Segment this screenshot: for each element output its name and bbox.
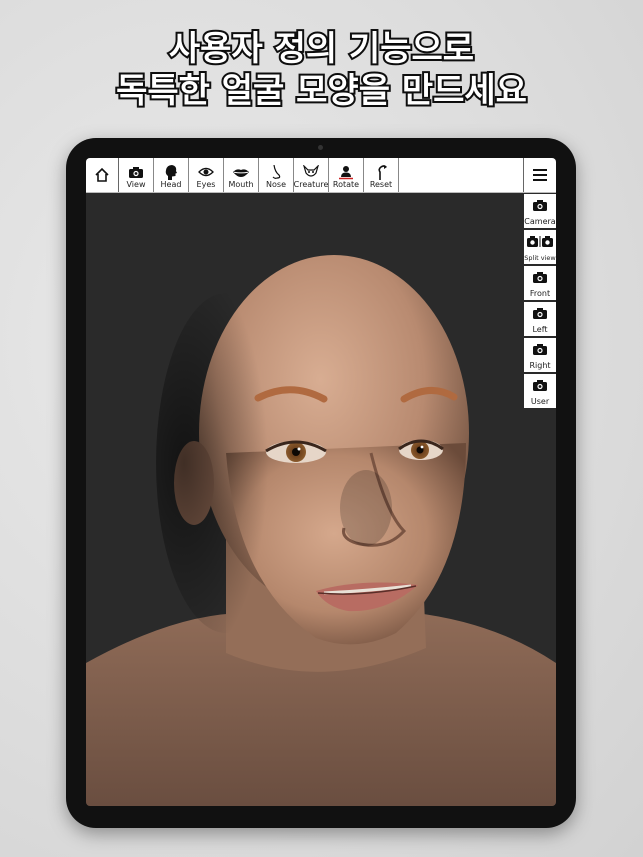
front-view-button[interactable]: Front xyxy=(524,266,556,300)
toolbar-head-button[interactable]: Head xyxy=(154,158,189,192)
toolbar-item-label: Eyes xyxy=(196,180,216,189)
camera-icon xyxy=(533,196,547,215)
toolbar-mouth-button[interactable]: Mouth xyxy=(224,158,259,192)
app-screen: View Head Eyes Mouth Nose Creature Rotat… xyxy=(86,158,556,806)
toolbar-nose-button[interactable]: Nose xyxy=(259,158,294,192)
eye-icon xyxy=(198,164,214,180)
face-model-render xyxy=(86,255,556,806)
camera-button[interactable]: Camera xyxy=(524,194,556,228)
promo-headline: 사용자 정의 기능으로 독특한 얼굴 모양을 만드세요 xyxy=(0,27,643,113)
sidebar-item-label: Front xyxy=(529,288,551,298)
camera-icon xyxy=(533,340,547,359)
headline-line-2: 독특한 얼굴 모양을 만드세요 xyxy=(114,69,529,113)
user-view-button[interactable]: User xyxy=(524,374,556,408)
rotate-figure-icon xyxy=(339,164,353,180)
hamburger-menu-icon xyxy=(533,169,547,181)
sidebar-item-label: User xyxy=(530,396,550,406)
camera-sidebar: Camera Split view Front Left Right User xyxy=(524,194,556,410)
toolbar-item-label: Creature xyxy=(293,180,329,189)
sidebar-item-label: Camera xyxy=(524,216,556,226)
toolbar-creature-button[interactable]: Creature xyxy=(294,158,329,192)
toolbar-spacer xyxy=(399,158,524,192)
camera-icon xyxy=(129,164,143,180)
front-camera-dot xyxy=(318,145,323,150)
reset-icon xyxy=(374,164,388,180)
camera-icon xyxy=(533,376,547,395)
toolbar-item-label: Mouth xyxy=(228,180,254,189)
sidebar-item-label: Right xyxy=(529,360,551,370)
nose-icon xyxy=(270,164,282,180)
sidebar-item-label: Split view xyxy=(524,253,556,262)
split-camera-icon xyxy=(527,232,553,251)
top-toolbar: View Head Eyes Mouth Nose Creature Rotat… xyxy=(86,158,556,193)
camera-icon xyxy=(533,268,547,287)
right-view-button[interactable]: Right xyxy=(524,338,556,372)
split-view-button[interactable]: Split view xyxy=(524,230,556,264)
home-icon xyxy=(95,167,109,182)
toolbar-item-label: Reset xyxy=(369,180,393,189)
lips-icon xyxy=(233,164,249,180)
toolbar-eyes-button[interactable]: Eyes xyxy=(189,158,224,192)
sidebar-item-label: Left xyxy=(532,324,548,334)
left-view-button[interactable]: Left xyxy=(524,302,556,336)
toolbar-item-label: Nose xyxy=(266,180,286,189)
toolbar-item-label: Rotate xyxy=(332,180,360,189)
toolbar-rotate-button[interactable]: Rotate xyxy=(329,158,364,192)
camera-icon xyxy=(533,304,547,323)
3d-viewport[interactable] xyxy=(86,193,556,806)
home-button[interactable] xyxy=(86,158,119,192)
toolbar-view-button[interactable]: View xyxy=(119,158,154,192)
head-icon xyxy=(165,164,177,180)
creature-icon xyxy=(303,164,319,180)
tablet-frame: View Head Eyes Mouth Nose Creature Rotat… xyxy=(66,138,576,828)
menu-button[interactable] xyxy=(524,158,556,192)
toolbar-item-label: Head xyxy=(160,180,182,189)
headline-line-1: 사용자 정의 기능으로 xyxy=(167,27,476,71)
toolbar-item-label: View xyxy=(126,180,146,189)
toolbar-reset-button[interactable]: Reset xyxy=(364,158,399,192)
